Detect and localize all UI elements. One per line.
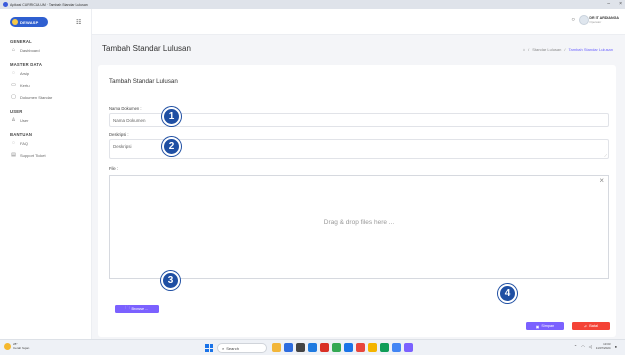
sidebar: DEWASP ☷ GENERAL ⌂ Dashboard MASTER DATA…: [0, 9, 92, 339]
cancel-button-label: Batal: [589, 324, 598, 328]
notification-icon[interactable]: ●: [615, 344, 617, 349]
breadcrumb-separator: /: [528, 47, 530, 52]
system-tray: ⌃ ◠ ◁ 13:03 11/07/2024 ●: [574, 342, 617, 350]
deskripsi-placeholder: Deskripsi: [113, 144, 132, 149]
windows-start-icon[interactable]: [205, 344, 213, 352]
user-role: Operator: [589, 20, 602, 24]
callout-marker-3: 3: [161, 271, 180, 290]
dropzone-text: Drag & drop files here ...: [323, 219, 395, 226]
browse-button-label: Browse ...: [131, 307, 149, 311]
sidebar-item-label: Support Ticket: [20, 152, 46, 158]
ticket-icon: ▤: [11, 152, 16, 158]
browser-tab-title[interactable]: Apikasi CURRICULUM · Tambah Standar Lulu…: [10, 3, 88, 7]
save-icon: ▣: [535, 324, 540, 329]
sidebar-item-support-ticket[interactable]: ▤ Support Ticket: [0, 149, 91, 161]
browser-tab-bar: Apikasi CURRICULUM · Tambah Standar Lulu…: [0, 0, 625, 9]
user-icon: ♙: [11, 117, 16, 123]
taskbar-app-icon[interactable]: [356, 343, 365, 352]
file-dropzone[interactable]: × Drag & drop files here ...: [109, 175, 609, 279]
weather-desc: Cerah hujan: [13, 345, 30, 350]
search-icon: ⌕: [222, 345, 225, 351]
menu-toggle-icon[interactable]: ☷: [76, 19, 81, 26]
document-icon: ▢: [11, 94, 16, 100]
sidebar-item-user[interactable]: ♙ User: [0, 114, 91, 126]
nama-dokumen-label: Nama Dokumen :: [109, 106, 142, 111]
resize-handle-icon[interactable]: ⟋: [604, 153, 607, 158]
callout-marker-4: 4: [498, 284, 517, 303]
taskbar-app-icon[interactable]: [272, 343, 281, 352]
sidebar-item-dashboard[interactable]: ⌂ Dashboard: [0, 44, 91, 56]
nama-dokumen-input[interactable]: Nama Dokumen: [109, 113, 609, 127]
top-header: ○ DR IT ARDIANGA Operator: [92, 9, 625, 35]
sidebar-item-label: Kertu: [20, 82, 30, 88]
logo-text: DEWASP: [20, 19, 39, 25]
volume-icon[interactable]: ◁: [589, 344, 592, 349]
minimize-icon[interactable]: –: [607, 1, 610, 7]
form-card: Tambah Standar Lulusan Nama Dokumen : Na…: [98, 65, 616, 337]
card-title: Tambah Standar Lulusan: [109, 78, 178, 85]
breadcrumb-home-icon[interactable]: ⌂: [523, 47, 525, 52]
card-icon: ▭: [11, 82, 16, 88]
search-icon[interactable]: ○: [571, 17, 575, 23]
taskbar-app-icon[interactable]: [320, 343, 329, 352]
deskripsi-label: Deskripsi :: [109, 132, 129, 137]
os-taskbar: 28° Cerah hujan ⌕ Search ⌃ ◠ ◁ 13:03 11/…: [0, 339, 625, 355]
page-title: Tambah Standar Lulusan: [102, 44, 191, 53]
user-info[interactable]: DR IT ARDIANGA Operator: [589, 16, 619, 24]
taskbar-app-icon[interactable]: [308, 343, 317, 352]
weather-widget[interactable]: 28° Cerah hujan: [4, 342, 30, 350]
main-content: Tambah Standar Lulusan ⌂ / Standar Lulus…: [92, 35, 625, 339]
clock-date: 11/07/2024: [595, 345, 611, 350]
folder-icon: 🗀: [125, 306, 130, 310]
window-controls: – ×: [607, 1, 622, 7]
close-icon[interactable]: ×: [599, 176, 604, 185]
browse-button[interactable]: 🗀 Browse ...: [115, 305, 159, 313]
clock[interactable]: 13:03 11/07/2024: [595, 342, 611, 350]
sidebar-item-kertu[interactable]: ▭ Kertu: [0, 79, 91, 91]
sidebar-item-label: Dokumen Standar: [20, 94, 53, 100]
save-button-label: Simpan: [541, 324, 555, 328]
callout-marker-1: 1: [162, 107, 181, 126]
cancel-icon: ↶: [584, 324, 588, 329]
breadcrumb-separator: /: [564, 47, 566, 52]
breadcrumb-item[interactable]: Standar Lulusan: [532, 47, 561, 52]
logo-badge: DEWASP: [10, 17, 48, 27]
file-label: File :: [109, 166, 119, 171]
browser-favicon-icon: [3, 2, 8, 7]
sidebar-item-dokumen-standar[interactable]: ▢ Dokumen Standar: [0, 91, 91, 103]
home-icon: ⌂: [11, 47, 16, 53]
save-button[interactable]: ▣ Simpan: [526, 322, 564, 330]
breadcrumb: ⌂ / Standar Lulusan / Tambah Standar Lul…: [523, 47, 613, 52]
help-icon: ◌: [12, 140, 15, 146]
close-icon[interactable]: ×: [619, 1, 622, 7]
taskbar-search[interactable]: ⌕ Search: [217, 343, 267, 353]
taskbar-app-icon[interactable]: [344, 343, 353, 352]
deskripsi-textarea[interactable]: Deskripsi ⟋: [109, 139, 609, 159]
taskbar-app-icon[interactable]: [296, 343, 305, 352]
archive-icon: ◌: [12, 70, 15, 76]
sidebar-item-label: User: [20, 117, 29, 123]
breadcrumb-current: Tambah Standar Lulusan: [568, 47, 613, 52]
taskbar-app-icon[interactable]: [332, 343, 341, 352]
taskbar-search-label: Search: [226, 345, 239, 351]
sidebar-item-label: Dashboard: [20, 47, 40, 53]
cancel-button[interactable]: ↶ Batal: [572, 322, 610, 330]
weather-sun-icon: [4, 343, 11, 350]
sidebar-item-arsip[interactable]: ◌ Arsip: [0, 67, 91, 79]
wifi-icon[interactable]: ◠: [581, 344, 585, 349]
callout-marker-2: 2: [162, 137, 181, 156]
sidebar-item-faq[interactable]: ◌ FAQ: [0, 137, 91, 149]
sidebar-item-label: FAQ: [20, 140, 29, 146]
logo-mark-icon: [12, 19, 18, 25]
taskbar-app-icon[interactable]: [392, 343, 401, 352]
avatar[interactable]: [579, 15, 589, 25]
taskbar-app-icon[interactable]: [284, 343, 293, 352]
taskbar-app-icon[interactable]: [404, 343, 413, 352]
sidebar-item-label: Arsip: [20, 70, 30, 76]
taskbar-app-icon[interactable]: [368, 343, 377, 352]
taskbar-apps: [272, 343, 413, 352]
taskbar-app-icon[interactable]: [380, 343, 389, 352]
chevron-up-icon[interactable]: ⌃: [574, 344, 577, 349]
